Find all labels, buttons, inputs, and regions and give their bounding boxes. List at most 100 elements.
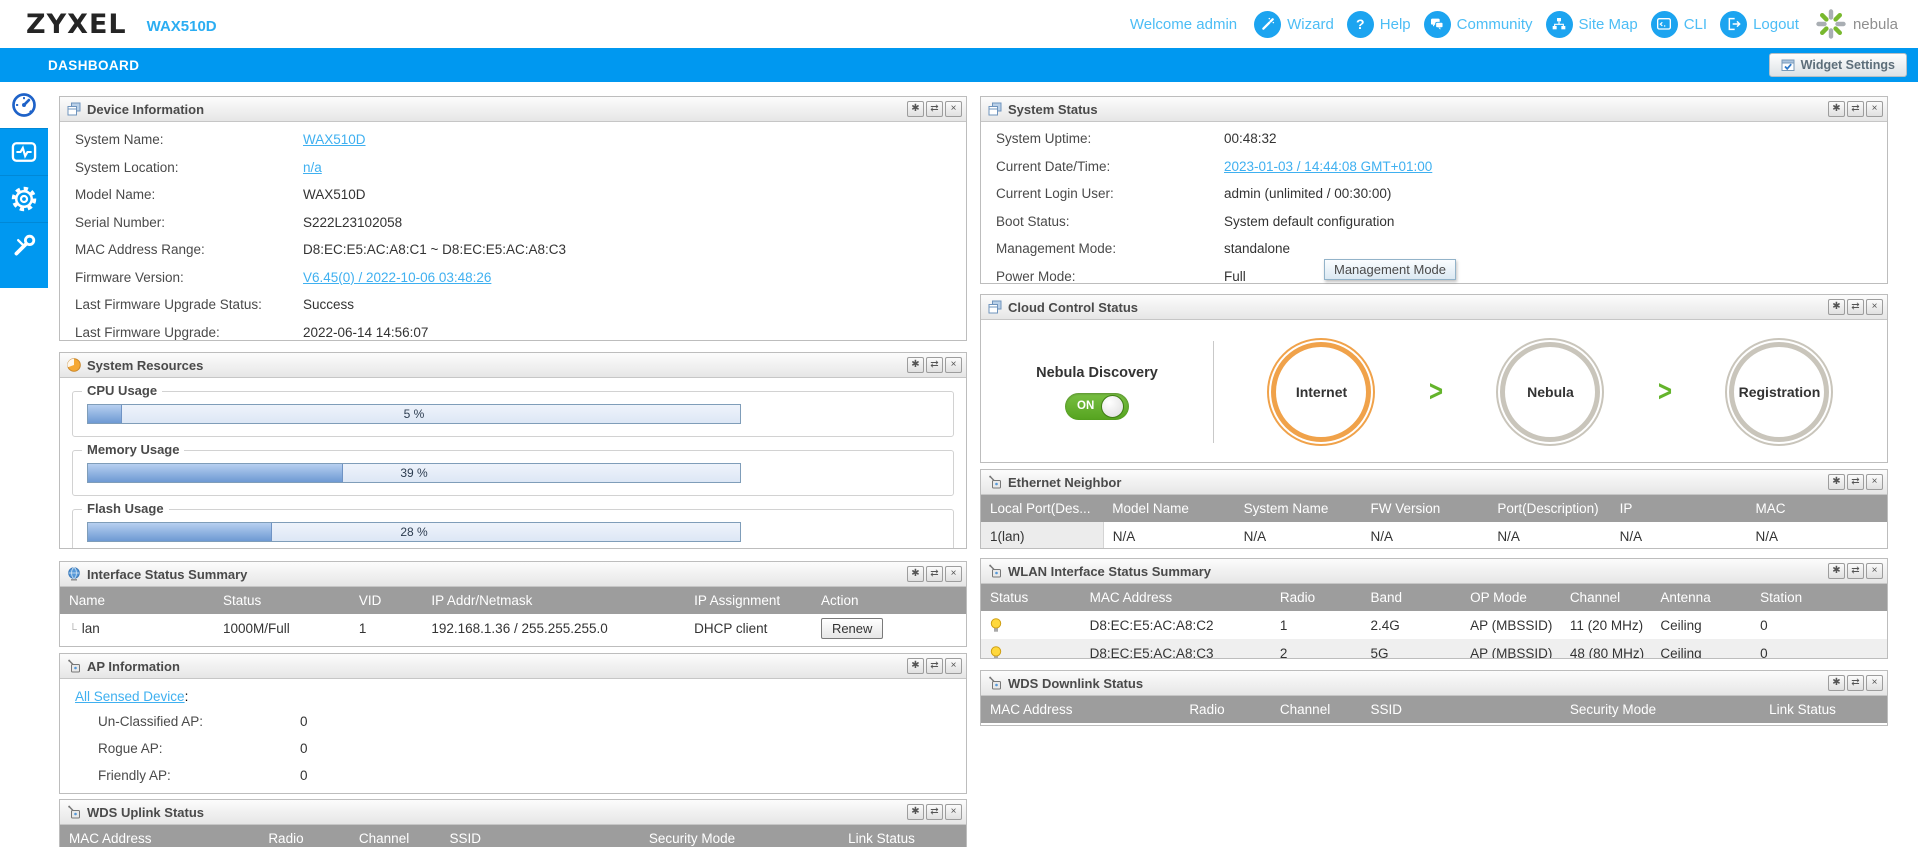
panel-refresh-icon[interactable]: ⇄	[926, 658, 943, 674]
panel-tools: ✱ ⇄ ×	[907, 658, 962, 674]
field-label: Boot Status:	[996, 213, 1070, 229]
field-value: S222L23102058	[303, 214, 403, 230]
panel-header: System Resources ✱ ⇄ ×	[60, 353, 966, 378]
top-bar: ZYXEL WAX510D Welcome admin Wizard ? Hel…	[0, 0, 1918, 48]
widget-settings-icon	[1781, 59, 1795, 72]
firmware-version-link[interactable]: V6.45(0) / 2022-10-06 03:48:26	[303, 270, 491, 285]
field-label: Power Mode:	[996, 268, 1076, 284]
panel-refresh-icon[interactable]: ⇄	[1847, 474, 1864, 490]
panel-close-icon[interactable]: ×	[1866, 675, 1883, 691]
gear-icon	[9, 184, 39, 214]
panel-refresh-icon[interactable]: ⇄	[1847, 563, 1864, 579]
nav-sitemap[interactable]: Site Map	[1545, 10, 1638, 38]
panel-close-icon[interactable]: ×	[945, 357, 962, 373]
panel-close-icon[interactable]: ×	[945, 101, 962, 117]
nebula-label: nebula	[1852, 15, 1898, 33]
panel-interface-status-summary: Interface Status Summary ✱ ⇄ × Name Stat…	[59, 561, 967, 647]
panel-refresh-icon[interactable]: ⇄	[1847, 299, 1864, 315]
panel-refresh-icon[interactable]: ⇄	[926, 357, 943, 373]
field-value: 0	[300, 714, 308, 729]
pie-chart-icon	[67, 358, 81, 372]
panel-settings-icon[interactable]: ✱	[1828, 474, 1845, 490]
neighbor-mac: N/A	[1755, 528, 1779, 544]
date-time-link[interactable]: 2023-01-03 / 14:44:08 GMT+01:00	[1224, 159, 1432, 174]
panel-settings-icon[interactable]: ✱	[907, 357, 924, 373]
help-icon: ?	[1346, 10, 1374, 38]
panel-close-icon[interactable]: ×	[1866, 101, 1883, 117]
panel-close-icon[interactable]: ×	[945, 658, 962, 674]
cloud-steps: Internet > Nebula > Registration	[1214, 338, 1887, 446]
panel-close-icon[interactable]: ×	[1866, 563, 1883, 579]
panel-header: WDS Downlink Status ✱ ⇄ ×	[981, 671, 1887, 696]
field-label: System Location:	[75, 159, 179, 175]
col-header: Radio	[259, 825, 350, 847]
widget-settings-button[interactable]: Widget Settings	[1768, 53, 1907, 77]
sidebar-item-monitor[interactable]	[0, 128, 48, 175]
col-header: Status	[214, 587, 350, 614]
panel-refresh-icon[interactable]: ⇄	[926, 101, 943, 117]
all-sensed-device-link[interactable]: All Sensed Device	[75, 689, 185, 704]
panel-title: WLAN Interface Status Summary	[1008, 563, 1211, 579]
panel-settings-icon[interactable]: ✱	[1828, 563, 1845, 579]
wds-uplink-table: MAC Address Radio Channel SSID Security …	[60, 825, 966, 847]
nav-cli[interactable]: CLI	[1650, 10, 1708, 38]
nav-logout[interactable]: Logout	[1720, 10, 1799, 38]
nav-community[interactable]: Community	[1423, 10, 1533, 38]
panel-close-icon[interactable]: ×	[945, 804, 962, 820]
col-header: Radio	[1270, 584, 1362, 611]
sidebar-item-maintenance[interactable]	[0, 222, 48, 269]
col-header: MAC Address	[60, 825, 260, 847]
antenna-icon	[67, 805, 81, 819]
window-icon	[988, 300, 1002, 314]
renew-button[interactable]: Renew	[820, 617, 884, 639]
wlan-mac: D8:EC:E5:AC:A8:C3	[1080, 639, 1271, 658]
nav-help[interactable]: ? Help	[1346, 10, 1411, 38]
flash-usage-value: 28 %	[400, 525, 428, 539]
system-name-link[interactable]: WAX510D	[303, 132, 366, 147]
interface-ip: 192.168.1.36 / 255.255.255.0	[431, 620, 608, 636]
panel-refresh-icon[interactable]: ⇄	[1847, 675, 1864, 691]
col-header: IP Addr/Netmask	[422, 587, 686, 614]
main-content: Device Information ✱ ⇄ × System Name: WAX…	[59, 96, 1888, 847]
panel-refresh-icon[interactable]: ⇄	[926, 566, 943, 582]
panel-settings-icon[interactable]: ✱	[907, 804, 924, 820]
field-value: standalone	[1224, 241, 1291, 257]
panel-settings-icon[interactable]: ✱	[907, 658, 924, 674]
nebula-brand[interactable]: nebula	[1816, 9, 1898, 39]
cpu-usage-value: 5 %	[403, 407, 425, 421]
colon: :	[184, 689, 189, 704]
chevron-right-icon: >	[1657, 374, 1672, 409]
panel-close-icon[interactable]: ×	[945, 566, 962, 582]
welcome-text: Welcome admin	[1129, 15, 1238, 33]
panel-settings-icon[interactable]: ✱	[1828, 299, 1845, 315]
panel-settings-icon[interactable]: ✱	[907, 101, 924, 117]
col-header: OP Mode	[1461, 584, 1561, 611]
sidebar	[0, 82, 48, 288]
panel-header: Cloud Control Status ✱ ⇄ ×	[981, 295, 1887, 320]
panel-tools: ✱ ⇄ ×	[1828, 675, 1883, 691]
panel-title: WDS Downlink Status	[1008, 675, 1144, 691]
panel-settings-icon[interactable]: ✱	[1828, 101, 1845, 117]
panel-refresh-icon[interactable]: ⇄	[926, 804, 943, 820]
panel-close-icon[interactable]: ×	[1866, 299, 1883, 315]
sidebar-item-configuration[interactable]	[0, 175, 48, 222]
wlan-opmode: AP (MBSSID)	[1470, 617, 1553, 633]
nebula-discovery-toggle[interactable]: ON	[1065, 392, 1129, 420]
nav-label: Wizard	[1287, 15, 1334, 33]
panel-title: Device Information	[87, 101, 205, 117]
field-value: 00:48:32	[1224, 131, 1277, 147]
col-header: MAC Address	[981, 696, 1181, 723]
panel-settings-icon[interactable]: ✱	[907, 566, 924, 582]
nav-wizard[interactable]: Wizard	[1254, 10, 1334, 38]
neighbor-model: N/A	[1112, 528, 1136, 544]
sidebar-item-dashboard[interactable]	[0, 82, 48, 128]
panel-refresh-icon[interactable]: ⇄	[1847, 101, 1864, 117]
step-label: Internet	[1295, 384, 1348, 400]
col-header: SSID	[440, 825, 640, 847]
system-location-link[interactable]: n/a	[303, 160, 322, 175]
panel-settings-icon[interactable]: ✱	[1828, 675, 1845, 691]
col-header: SSID	[1361, 696, 1561, 723]
col-header: FW Version	[1361, 495, 1489, 522]
nav-label: CLI	[1683, 15, 1708, 33]
panel-close-icon[interactable]: ×	[1866, 474, 1883, 490]
